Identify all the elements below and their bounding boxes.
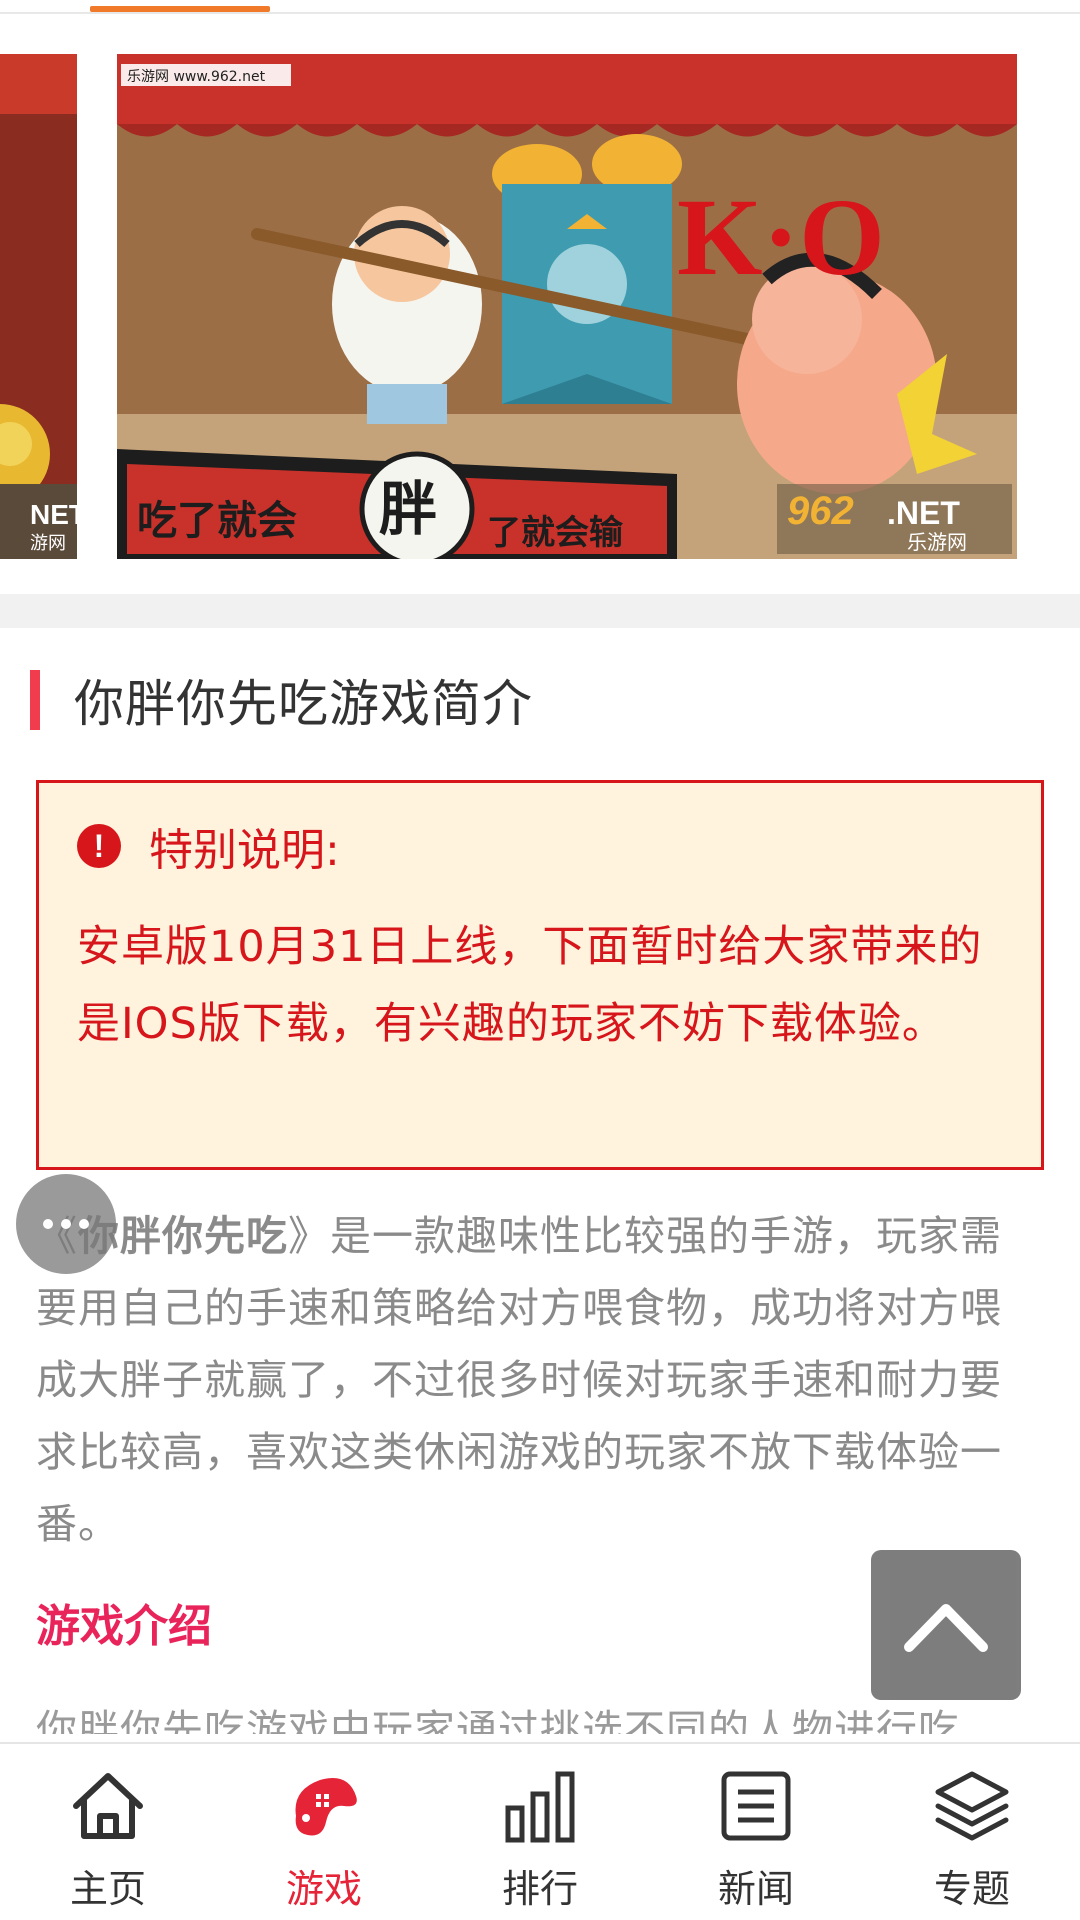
screenshot-carousel[interactable]: NET 游网 乐游网 www.962.net [0, 14, 1080, 594]
notice-label: 特别说明: [149, 825, 340, 876]
home-icon [73, 1773, 143, 1839]
intro-heading: 你胖你先吃游戏简介 [30, 668, 533, 733]
nav-label-games: 游戏 [285, 1867, 362, 1911]
floating-assistant-button[interactable] [16, 1174, 116, 1274]
carousel-slide-current[interactable]: 乐游网 www.962.net K·O 吃了就会 胖 了就会输 962 .NET… [117, 54, 1017, 559]
nav-label-home: 主页 [69, 1867, 146, 1911]
chevron-up-icon [904, 1604, 988, 1652]
nav-label-topics: 专题 [933, 1867, 1010, 1911]
bottom-navigation: 主页 游戏 排行 新闻 专题 [0, 1742, 1080, 1920]
heading-accent-bar [30, 670, 40, 730]
active-tab-indicator [90, 6, 270, 12]
nav-item-ranking[interactable]: 排行 [432, 1744, 648, 1920]
nav-label-ranking: 排行 [501, 1867, 578, 1911]
dot-icon [43, 1219, 53, 1229]
logo-number: 962 [787, 489, 854, 533]
nav-label-news: 新闻 [717, 1867, 794, 1911]
carousel-slide-previous[interactable]: NET 游网 [0, 54, 77, 559]
gamepad-icon [295, 1778, 357, 1836]
prev-slide-logo-brand: 游网 [30, 533, 66, 554]
exclamation-icon: ! [77, 824, 121, 868]
logo-net: .NET [887, 495, 960, 531]
tab-strip [0, 0, 1080, 14]
game-intro-heading: 游戏介绍 [36, 1601, 212, 1652]
nav-item-news[interactable]: 新闻 [648, 1744, 864, 1920]
notice-body: 安卓版10月31日上线，下面暂时给大家带来的是IOS版下载，有兴趣的玩家不妨下载… [77, 922, 983, 1049]
nav-item-games[interactable]: 游戏 [216, 1744, 432, 1920]
banner-text-left: 吃了就会 [137, 498, 297, 544]
description-text: 》是一款趣味性比较强的手游，玩家需要用自己的手速和策略给对方喂食物，成功将对方喂… [36, 1212, 1002, 1548]
dot-icon [61, 1219, 71, 1229]
banner-text-right: 了就会输 [487, 513, 624, 553]
special-notice-box: ! 特别说明: 安卓版10月31日上线，下面暂时给大家带来的是IOS版下载，有兴… [36, 780, 1044, 1170]
prev-slide-logo-net: NET [30, 499, 77, 530]
notice-header: ! 特别说明: [77, 817, 1001, 876]
game-description: 《你胖你先吃》是一款趣味性比较强的手游，玩家需要用自己的手速和策略给对方喂食物，… [36, 1200, 1036, 1560]
banner-text-mid: 胖 [379, 475, 437, 543]
nav-item-home[interactable]: 主页 [0, 1744, 216, 1920]
intro-heading-text: 你胖你先吃游戏简介 [74, 675, 533, 733]
back-to-top-button[interactable] [871, 1550, 1021, 1700]
nav-item-topics[interactable]: 专题 [864, 1744, 1080, 1920]
bar-chart-icon [505, 1771, 575, 1843]
watermark-top: 乐游网 www.962.net [127, 69, 266, 85]
section-divider [0, 594, 1080, 628]
logo-brand: 乐游网 [907, 530, 967, 554]
game-intro-first-line: 你胖你先吃游戏中玩家通过挑选不同的人物进行吃 [36, 1706, 960, 1734]
news-icon [721, 1771, 791, 1841]
dot-icon [79, 1219, 89, 1229]
game-screenshot-image: 乐游网 www.962.net K·O 吃了就会 胖 了就会输 962 .NET… [117, 54, 1017, 559]
layers-icon [935, 1771, 1009, 1841]
previous-slide-image: NET 游网 [0, 54, 77, 559]
ko-text: K·O [677, 176, 885, 298]
